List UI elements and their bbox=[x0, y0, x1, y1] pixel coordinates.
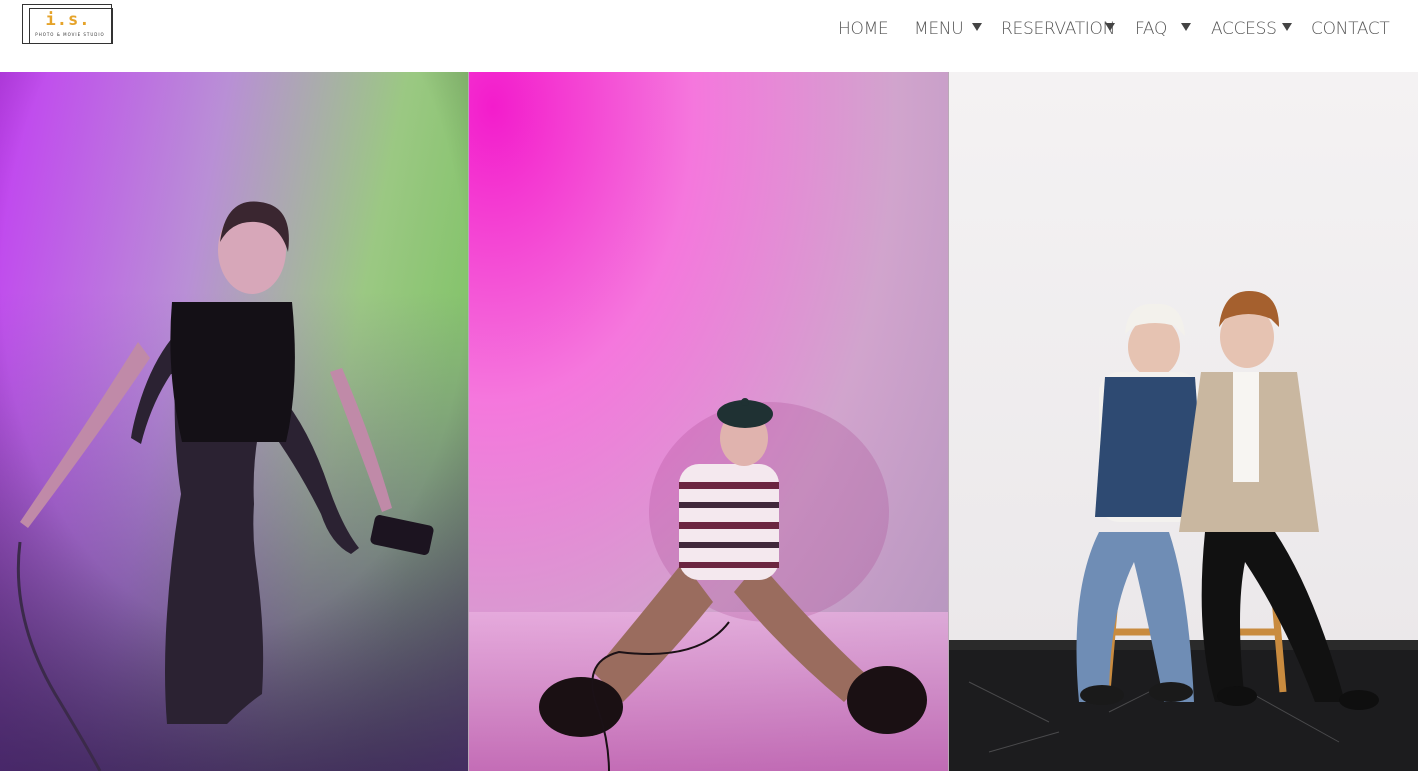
nav-label-access[interactable]: ACCESS bbox=[1211, 19, 1277, 39]
nav-item-faq[interactable]: FAQ bbox=[1135, 17, 1167, 41]
nav-label-home[interactable]: HOME bbox=[838, 19, 889, 39]
hero-photo-1-image bbox=[0, 72, 468, 771]
nav-item-access[interactable]: ACCESS bbox=[1211, 17, 1277, 41]
nav-label-menu[interactable]: MENU bbox=[914, 19, 964, 39]
chevron-down-icon[interactable] bbox=[1282, 23, 1292, 31]
chevron-down-icon[interactable] bbox=[1181, 23, 1191, 31]
hero-photo-1 bbox=[0, 72, 468, 771]
hero-photo-2 bbox=[469, 72, 948, 771]
nav-label-reservation[interactable]: RESERVATION bbox=[1001, 19, 1115, 39]
chevron-down-icon[interactable] bbox=[1105, 23, 1115, 31]
chevron-down-icon[interactable] bbox=[972, 23, 982, 31]
hero-photo-2-image bbox=[469, 72, 948, 771]
nav-item-home[interactable]: HOME bbox=[838, 17, 889, 41]
main-nav: HOME MENU RESERVATION FAQ ACCESS CONTACT bbox=[0, 17, 1418, 41]
hero-photo-3-image bbox=[949, 72, 1418, 771]
nav-label-contact[interactable]: CONTACT bbox=[1311, 19, 1390, 39]
nav-item-contact[interactable]: CONTACT bbox=[1311, 17, 1390, 41]
nav-item-menu[interactable]: MENU bbox=[914, 17, 964, 41]
nav-label-faq[interactable]: FAQ bbox=[1135, 19, 1167, 39]
site-header: i.s. PHOTO & MOVIE STUDIO HOME MENU RESE… bbox=[0, 0, 1418, 72]
hero-photo-3 bbox=[949, 72, 1418, 771]
nav-item-reservation[interactable]: RESERVATION bbox=[1001, 17, 1115, 41]
